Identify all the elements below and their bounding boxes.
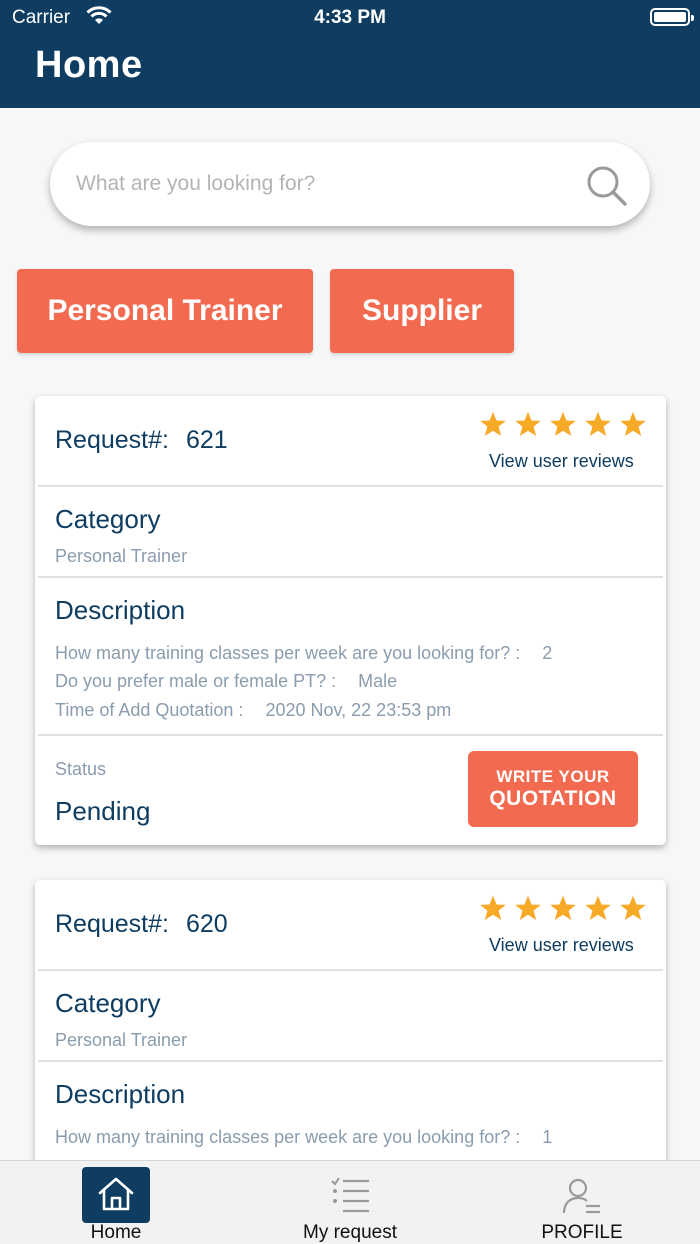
detail-row: How many training classes per week are y… [55, 1127, 552, 1148]
quote-button-line1: WRITE YOUR [496, 767, 610, 787]
star-icon [480, 411, 506, 437]
page-title: Home [35, 44, 143, 86]
search-bar[interactable] [50, 142, 650, 226]
supplier-button[interactable]: Supplier [330, 269, 514, 353]
quote-button-line2: QUOTATION [489, 786, 617, 810]
star-icon [550, 411, 576, 437]
star-icon [620, 895, 646, 921]
divider [38, 485, 663, 487]
tab-bar: Home My request PROFILE [0, 1160, 700, 1244]
detail-question: Do you prefer male or female PT? : [55, 671, 337, 691]
star-icon [585, 411, 611, 437]
request-number: 620 [186, 910, 228, 938]
tab-home-label: Home [90, 1222, 142, 1243]
app-header: Carrier 4:33 PM Home [0, 0, 700, 108]
star-icon [515, 411, 541, 437]
detail-question: How many training classes per week are y… [55, 1127, 521, 1147]
divider [38, 969, 663, 971]
battery-icon [650, 8, 694, 26]
category-value: Personal Trainer [55, 1030, 188, 1050]
request-number: 621 [186, 426, 228, 454]
tab-profile[interactable]: PROFILE [522, 1161, 642, 1244]
detail-answer: 2020 Nov, 22 23:53 pm [265, 700, 452, 720]
divider [38, 576, 663, 578]
search-icon[interactable] [585, 163, 629, 207]
category-value: Personal Trainer [55, 546, 188, 566]
tab-my-request-label: My request [303, 1222, 397, 1243]
description-title: Description [55, 595, 186, 625]
profile-icon [562, 1178, 600, 1214]
detail-answer: Male [358, 671, 398, 691]
request-label: Request#: [55, 910, 169, 938]
tab-profile-label: PROFILE [541, 1222, 623, 1243]
rating-stars [479, 410, 649, 442]
detail-row: Time of Add Quotation : 2020 Nov, 22 23:5… [55, 700, 451, 721]
divider [38, 734, 663, 736]
divider [38, 1060, 663, 1062]
personal-trainer-button[interactable]: Personal Trainer [17, 269, 313, 353]
detail-question: How many training classes per week are y… [55, 643, 521, 663]
status-label: Status [55, 759, 107, 779]
star-icon [620, 411, 646, 437]
category-title: Category [55, 988, 161, 1018]
status-bar: Carrier 4:33 PM [0, 0, 700, 36]
detail-row: How many training classes per week are y… [55, 643, 552, 664]
star-icon [550, 895, 576, 921]
tab-home[interactable]: Home [70, 1161, 162, 1244]
description-title: Description [55, 1079, 186, 1109]
view-reviews-link[interactable]: View user reviews [489, 935, 634, 956]
rating-stars [479, 894, 649, 926]
clock: 4:33 PM [314, 7, 386, 28]
request-card: Request#: 620 View user reviews Category… [35, 880, 666, 1180]
star-icon [515, 895, 541, 921]
status-value: Pending [55, 796, 151, 826]
tab-my-request[interactable]: My request [290, 1161, 410, 1244]
category-title: Category [55, 504, 161, 534]
request-label: Request#: [55, 426, 169, 454]
star-icon [585, 895, 611, 921]
detail-question: Time of Add Quotation : [55, 700, 244, 720]
list-icon [331, 1177, 369, 1213]
search-input[interactable] [76, 164, 556, 204]
detail-answer: 1 [542, 1127, 553, 1147]
view-reviews-link[interactable]: View user reviews [489, 451, 634, 472]
home-icon [98, 1177, 134, 1211]
star-icon [480, 895, 506, 921]
write-quotation-button[interactable]: WRITE YOUR QUOTATION [468, 751, 638, 827]
detail-row: Do you prefer male or female PT? : Male [55, 671, 397, 692]
detail-answer: 2 [542, 643, 553, 663]
request-card: Request#: 621 View user reviews Category… [35, 396, 666, 845]
